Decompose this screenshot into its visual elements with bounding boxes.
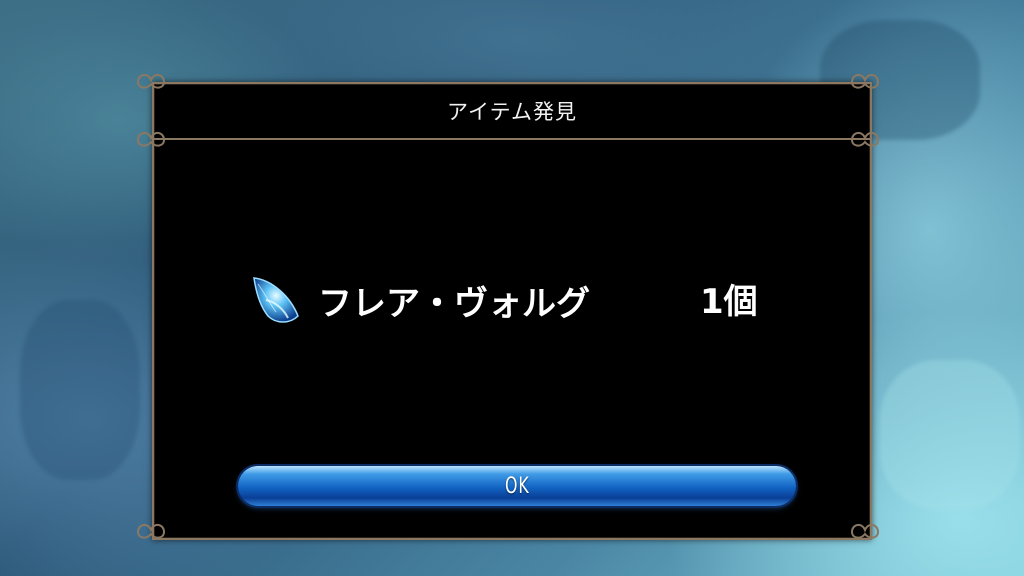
background-rock bbox=[20, 300, 140, 480]
background-rock bbox=[880, 360, 1020, 510]
frame-ornament-icon bbox=[136, 132, 166, 147]
frame-ornament-icon bbox=[136, 524, 166, 539]
blue-crystal-icon bbox=[253, 277, 299, 323]
item-name: フレア・ヴォルグ bbox=[318, 284, 590, 324]
frame-ornament-icon bbox=[136, 74, 166, 89]
item-count: 1個 bbox=[700, 282, 758, 322]
frame-ornament-icon bbox=[850, 74, 880, 89]
ok-button[interactable]: OK bbox=[238, 466, 796, 506]
frame-ornament-icon bbox=[850, 524, 880, 539]
dialog-title: アイテム発見 bbox=[447, 100, 577, 124]
frame-ornament-icon bbox=[850, 132, 880, 147]
item-row: フレア・ヴォルグ bbox=[246, 270, 766, 324]
dialog-title-bar: アイテム発見 bbox=[154, 84, 870, 140]
game-scene: アイテム発見 フレア・ヴォルグ 1個 OK bbox=[0, 0, 1024, 576]
ok-button-label: OK bbox=[504, 473, 530, 499]
item-found-dialog: アイテム発見 フレア・ヴォルグ 1個 OK bbox=[136, 74, 880, 540]
